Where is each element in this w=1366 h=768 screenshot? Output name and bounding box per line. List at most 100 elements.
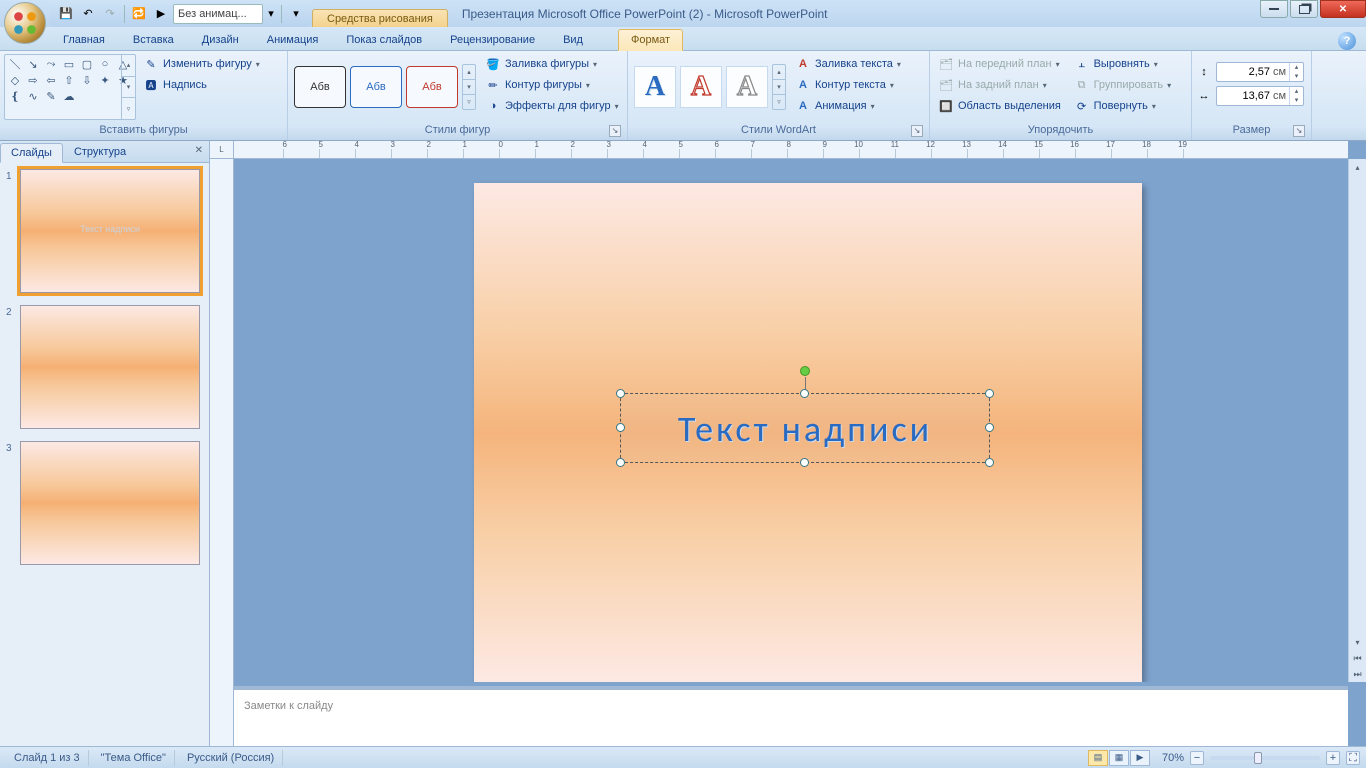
shape-rightarrow-icon[interactable]: ⇨ (25, 73, 41, 87)
thumbnail-row[interactable]: 1 Текст надписи (6, 169, 203, 293)
width-down[interactable]: ▾ (1290, 96, 1303, 105)
send-to-back-button[interactable]: 🗂На задний план▾ (934, 75, 1067, 95)
shape-outline-button[interactable]: ✏Контур фигуры▾ (481, 75, 626, 95)
shape-oval-icon[interactable]: ○ (97, 57, 113, 71)
slide-canvas-viewport[interactable]: Текст надписи (234, 159, 1348, 682)
width-input[interactable] (1217, 90, 1273, 102)
shape-line-icon[interactable]: ＼ (7, 57, 23, 71)
tab-slideshow[interactable]: Показ слайдов (333, 29, 435, 50)
text-animation-button[interactable]: AАнимация▾ (791, 96, 908, 116)
prev-slide-button[interactable]: ⏮ (1350, 650, 1366, 666)
shape-style-preset-3[interactable]: Абв (406, 66, 458, 108)
align-button[interactable]: ⫠Выровнять▾ (1070, 54, 1179, 74)
notes-pane[interactable]: Заметки к слайду (234, 686, 1348, 746)
dialog-launcher[interactable]: ↘ (1293, 125, 1305, 137)
minimize-button[interactable] (1260, 0, 1288, 18)
shape-rect-icon[interactable]: ▭ (61, 57, 77, 71)
help-button[interactable]: ? (1338, 32, 1356, 50)
close-button[interactable] (1320, 0, 1366, 18)
slide-thumbnail-1[interactable]: Текст надписи (20, 169, 200, 293)
group-objects-button[interactable]: ⧉Группировать▾ (1070, 75, 1179, 95)
status-language[interactable]: Русский (Россия) (179, 750, 283, 766)
animation-combo-dropdown[interactable]: ▾ (265, 7, 277, 20)
shape-connector-icon[interactable]: ⤳ (43, 57, 59, 71)
rotation-handle[interactable] (800, 366, 810, 376)
height-down[interactable]: ▾ (1290, 72, 1303, 81)
thumbnail-row[interactable]: 2 (6, 305, 203, 429)
animation-combo[interactable]: Без анимац... (173, 4, 263, 24)
wordart-gallery[interactable]: А А А ▴▾▿ (632, 54, 788, 120)
shape-curve-icon[interactable]: ∿ (25, 89, 41, 103)
zoom-value[interactable]: 70% (1162, 752, 1184, 764)
repeat-button[interactable]: 🔁 (129, 4, 149, 24)
normal-view-button[interactable]: ▤ (1088, 750, 1108, 766)
dialog-launcher[interactable]: ↘ (911, 125, 923, 137)
outline-tab[interactable]: Структура (63, 142, 137, 162)
resize-handle-tl[interactable] (616, 389, 625, 398)
preview-button[interactable]: ▶ (151, 4, 171, 24)
shape-style-gallery[interactable]: Абв Абв Абв ▴▾▿ (292, 54, 478, 120)
tab-design[interactable]: Дизайн (189, 29, 252, 50)
resize-handle-r[interactable] (985, 423, 994, 432)
height-spinner[interactable]: см ▴▾ (1216, 62, 1304, 82)
shape-style-preset-1[interactable]: Абв (294, 66, 346, 108)
bring-to-front-button[interactable]: 🗂На передний план▾ (934, 54, 1067, 74)
vertical-scrollbar[interactable]: ▴ ▾ ⏮ ⏭ (1348, 159, 1366, 682)
resize-handle-l[interactable] (616, 423, 625, 432)
shape-fill-button[interactable]: 🪣Заливка фигуры▾ (481, 54, 626, 74)
office-button[interactable] (4, 2, 46, 44)
slide-thumbnail-3[interactable] (20, 441, 200, 565)
selected-text-box[interactable]: Текст надписи (620, 393, 990, 463)
wordart-preset-3[interactable]: А (726, 66, 768, 108)
shape-style-scroll[interactable]: ▴▾▿ (462, 64, 476, 110)
wordart-preset-2[interactable]: А (680, 66, 722, 108)
scroll-up-button[interactable]: ▴ (1350, 159, 1366, 175)
redo-button[interactable]: ↷ (100, 4, 120, 24)
next-slide-button[interactable]: ⏭ (1350, 666, 1366, 682)
resize-handle-bl[interactable] (616, 458, 625, 467)
tab-format[interactable]: Формат (618, 29, 683, 51)
height-input[interactable] (1217, 66, 1273, 78)
shape-freeform-icon[interactable]: ✎ (43, 89, 59, 103)
fit-to-window-button[interactable]: ⛶ (1346, 751, 1360, 765)
wordart-text[interactable]: Текст надписи (621, 394, 989, 464)
zoom-out-button[interactable]: − (1190, 751, 1204, 765)
width-up[interactable]: ▴ (1290, 87, 1303, 96)
shape-uparrow-icon[interactable]: ⇧ (61, 73, 77, 87)
shape-arrow-icon[interactable]: ↘ (25, 57, 41, 71)
tab-home[interactable]: Главная (50, 29, 118, 50)
height-up[interactable]: ▴ (1290, 63, 1303, 72)
zoom-slider-knob[interactable] (1254, 752, 1262, 764)
shape-brace-icon[interactable]: ❴ (7, 89, 23, 103)
zoom-in-button[interactable]: + (1326, 751, 1340, 765)
text-outline-button[interactable]: AКонтур текста▾ (791, 75, 908, 95)
shape-callout-icon[interactable]: ☁ (61, 89, 77, 103)
shape-style-preset-2[interactable]: Абв (350, 66, 402, 108)
ruler-corner[interactable]: L (210, 141, 234, 159)
text-box-button[interactable]: 🅰Надпись (139, 75, 267, 95)
tab-review[interactable]: Рецензирование (437, 29, 548, 50)
rotate-button[interactable]: ⟳Повернуть▾ (1070, 96, 1179, 116)
zoom-slider[interactable] (1210, 756, 1320, 760)
slideshow-view-button[interactable]: ▶ (1130, 750, 1150, 766)
tab-animation[interactable]: Анимация (254, 29, 332, 50)
vertical-ruler[interactable] (210, 159, 234, 746)
status-theme[interactable]: "Тема Office" (93, 750, 175, 766)
resize-handle-tr[interactable] (985, 389, 994, 398)
width-spinner[interactable]: см ▴▾ (1216, 86, 1304, 106)
save-button[interactable]: 💾 (56, 4, 76, 24)
slide-canvas[interactable]: Текст надписи (474, 183, 1142, 682)
undo-button[interactable]: ↶ (78, 4, 98, 24)
status-slide-count[interactable]: Слайд 1 из 3 (6, 750, 89, 766)
tab-insert[interactable]: Вставка (120, 29, 187, 50)
shape-star4-icon[interactable]: ✦ (97, 73, 113, 87)
shape-effects-button[interactable]: ◑Эффекты для фигур▾ (481, 96, 626, 116)
wordart-gallery-scroll[interactable]: ▴▾▿ (772, 64, 786, 110)
shape-leftarrow-icon[interactable]: ⇦ (43, 73, 59, 87)
dialog-launcher[interactable]: ↘ (609, 125, 621, 137)
slide-thumbnail-2[interactable] (20, 305, 200, 429)
resize-handle-br[interactable] (985, 458, 994, 467)
shape-roundrect-icon[interactable]: ▢ (79, 57, 95, 71)
shapes-gallery[interactable]: ＼ ↘ ⤳ ▭ ▢ ○ △ ◇ ⇨ ⇦ ⇧ ⇩ ✦ ★ ❴ ∿ ✎ ☁ ▴▾▿ (4, 54, 136, 120)
sorter-view-button[interactable]: ▦ (1109, 750, 1129, 766)
